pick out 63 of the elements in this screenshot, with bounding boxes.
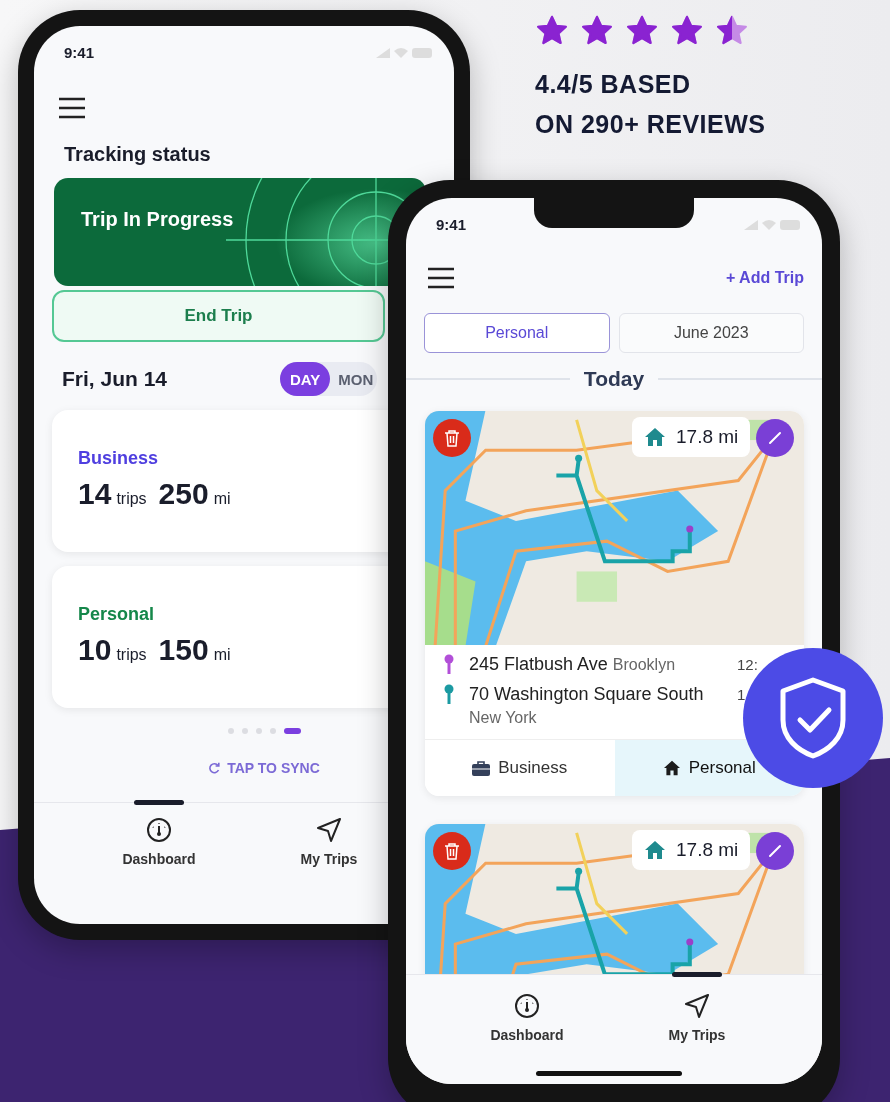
status-label: Trip In Progress — [81, 208, 234, 231]
trash-icon — [444, 429, 460, 447]
gauge-icon[interactable] — [514, 993, 540, 1019]
rating-text: ON 290+ REVIEWS — [535, 109, 766, 140]
stop-address: 70 Washington Square South — [469, 684, 704, 704]
house-icon — [644, 840, 666, 860]
rating-text: 4.4/5 BASED — [535, 69, 692, 100]
page-dot[interactable] — [269, 728, 276, 734]
mile-count: 250 — [158, 477, 209, 511]
nav-tab[interactable]: Dashboard — [490, 1027, 564, 1043]
nav-tab[interactable]: My Trips — [300, 851, 358, 867]
nav-tab[interactable]: My Trips — [668, 1027, 726, 1043]
mile-unit: mi — [213, 490, 231, 508]
distance-text: 17.8 mi — [676, 426, 739, 448]
category-tab[interactable]: Business — [425, 740, 615, 796]
mile-count: 150 — [158, 633, 209, 667]
stop-address: 245 Flatbush Ave — [469, 654, 608, 674]
stop-time: 1 — [737, 685, 746, 705]
house-icon — [644, 427, 666, 447]
end-trip-button[interactable]: End Trip — [52, 290, 385, 342]
page-dot[interactable] — [241, 728, 248, 734]
stop-city: Brooklyn — [612, 656, 676, 673]
category-label: Personal — [78, 604, 156, 625]
filter-tab[interactable]: Personal — [424, 313, 610, 353]
pencil-icon — [767, 843, 783, 859]
signal-icon — [744, 219, 758, 230]
battery-icon — [412, 47, 432, 58]
house-icon — [662, 760, 681, 776]
navigation-arrow-icon[interactable] — [316, 817, 342, 843]
section-title: Tracking status — [64, 143, 212, 166]
navigation-arrow-icon[interactable] — [684, 993, 710, 1019]
trip-unit: trips — [116, 646, 147, 664]
period-tab[interactable]: DAY — [280, 362, 331, 396]
stop-time: 12: — [737, 655, 758, 675]
stop-city: New York — [469, 709, 537, 726]
menu-icon[interactable] — [58, 97, 86, 119]
refresh-icon — [208, 762, 221, 774]
status-time: 9:41 — [436, 216, 467, 233]
gauge-icon[interactable] — [146, 817, 172, 843]
distance-text: 17.8 mi — [676, 839, 739, 861]
menu-icon[interactable] — [427, 267, 455, 289]
page-dot[interactable] — [255, 728, 262, 734]
trip-count: 14 — [78, 477, 112, 511]
trip-unit: trips — [116, 490, 147, 508]
wifi-icon — [394, 47, 408, 58]
sync-button[interactable]: TAP TO SYNC — [227, 760, 320, 776]
wifi-icon — [762, 219, 776, 230]
filter-tab[interactable]: June 2023 — [618, 313, 804, 353]
category-label: Business — [78, 448, 160, 469]
nav-tab[interactable]: Dashboard — [122, 851, 196, 867]
mile-unit: mi — [213, 646, 231, 664]
signal-icon — [376, 47, 390, 58]
trash-icon — [444, 842, 460, 860]
battery-icon — [780, 219, 800, 230]
pencil-icon — [767, 430, 783, 446]
add-trip-button[interactable]: + Add Trip — [725, 269, 804, 287]
day-heading: Today — [583, 367, 645, 391]
briefcase-icon — [472, 760, 491, 776]
trip-count: 10 — [78, 633, 112, 667]
date-label: Fri, Jun 14 — [62, 367, 169, 391]
period-tab[interactable]: MON — [330, 362, 378, 396]
page-dot[interactable] — [227, 728, 234, 734]
status-time: 9:41 — [64, 44, 95, 61]
